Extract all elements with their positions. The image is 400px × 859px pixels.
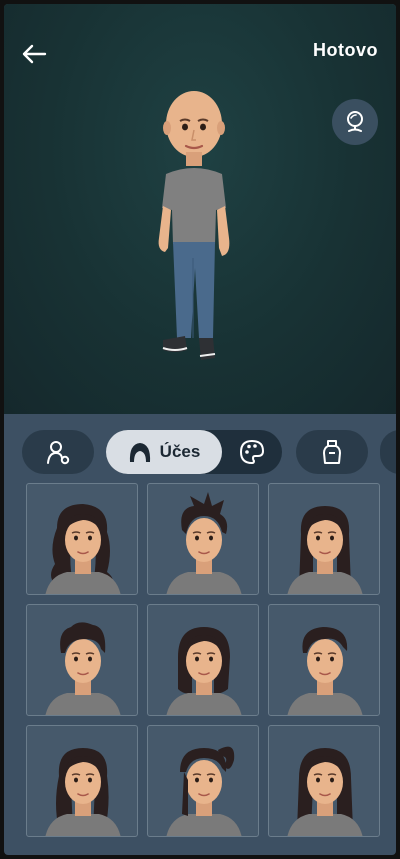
- category-tab-hair[interactable]: Účes: [106, 430, 222, 474]
- hairstyle-avatar-icon: [45, 622, 121, 715]
- hairstyle-option-short-textured[interactable]: [268, 604, 380, 716]
- hair-tab-group: Účes: [106, 430, 282, 474]
- hairstyle-avatar-icon: [287, 506, 363, 594]
- done-button[interactable]: Hotovo: [313, 40, 378, 61]
- hairstyle-option-long-parted[interactable]: [268, 725, 380, 837]
- avatar-figure[interactable]: [149, 88, 239, 368]
- hairstyle-option-spiky-short[interactable]: [147, 483, 259, 595]
- hairstyle-option-short-quiff[interactable]: [26, 604, 138, 716]
- hairstyle-avatar-icon: [166, 627, 242, 715]
- mirror-icon: [347, 111, 363, 132]
- hairstyle-avatar-icon: [166, 492, 242, 594]
- hair-tab-label: Účes: [159, 442, 201, 461]
- mirror-button[interactable]: [332, 99, 378, 145]
- hairstyle-option-long-straight[interactable]: [268, 483, 380, 595]
- app-frame: Hotovo Účes: [4, 4, 396, 855]
- hairstyle-avatar-icon: [45, 748, 121, 836]
- hairstyle-avatar-icon: [287, 627, 363, 715]
- avatar-preview: Hotovo: [4, 4, 396, 414]
- clothing-icon: [323, 440, 341, 464]
- arrow-left-icon: [22, 44, 47, 64]
- hairstyle-grid: [26, 483, 384, 837]
- hairstyle-option-long-layered[interactable]: [26, 725, 138, 837]
- hair-icon: [129, 443, 150, 462]
- hairstyle-avatar-icon: [166, 746, 242, 836]
- hairstyle-avatar-icon: [45, 504, 121, 594]
- hairstyle-avatar-icon: [287, 748, 363, 836]
- hairstyle-option-long-wavy[interactable]: [26, 483, 138, 595]
- category-tab-body[interactable]: [22, 430, 94, 474]
- hairstyle-option-bob[interactable]: [147, 604, 259, 716]
- hairstyle-option-ponytail[interactable]: [147, 725, 259, 837]
- palette-icon: [239, 439, 265, 465]
- category-tab-hair-color[interactable]: [222, 430, 282, 474]
- category-tab-more[interactable]: [380, 430, 396, 474]
- category-bar: Účes: [4, 414, 396, 484]
- body-shape-icon: [47, 441, 70, 465]
- back-button[interactable]: [18, 38, 50, 70]
- category-tab-outfit[interactable]: [296, 430, 368, 474]
